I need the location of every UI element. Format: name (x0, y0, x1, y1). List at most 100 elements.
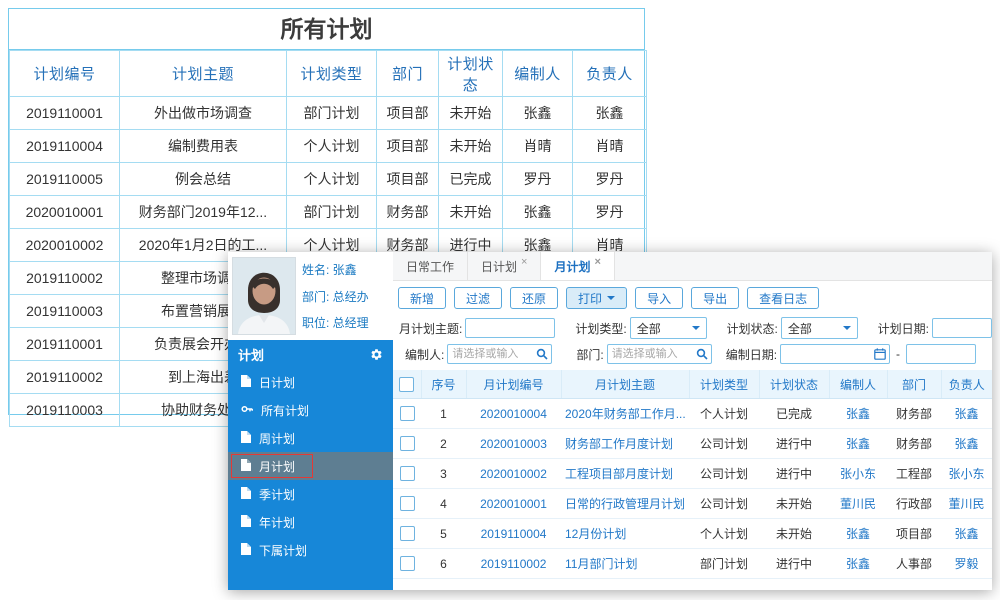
import-button[interactable]: 导入 (635, 287, 684, 309)
cell-dept: 工程部 (887, 458, 941, 489)
table-row[interactable]: 3 2020010002 工程项目部月度计划 公司计划 进行中 张小东 工程部 … (393, 458, 992, 489)
table-row[interactable]: 2 2020010003 财务部工作月度计划 公司计划 进行中 张鑫 财务部 张… (393, 428, 992, 459)
file-icon (241, 514, 251, 530)
gear-icon[interactable] (370, 348, 383, 361)
chevron-down-icon (607, 296, 616, 304)
table-row[interactable]: 1 2020010004 2020年财务部工作月... 个人计划 已完成 张鑫 … (393, 398, 992, 429)
filter-button[interactable]: 过滤 (454, 287, 503, 309)
search-icon[interactable] (536, 348, 548, 360)
cell-plan-id: 2019110005 (9, 162, 120, 196)
column-header: 编制人 (502, 50, 573, 97)
cell-plan-id-link[interactable]: 2019110002 (466, 548, 561, 579)
cell-owner-link[interactable]: 张小东 (941, 458, 992, 489)
cell-compiler-link[interactable]: 张小东 (829, 458, 887, 489)
cell-subject: 财务部门2019年12... (119, 195, 287, 229)
tab-monthly-plan[interactable]: 月计划 × (541, 252, 615, 280)
cell-status: 进行中 (759, 548, 829, 579)
cell-plan-id-link[interactable]: 2020010004 (466, 398, 561, 429)
table-row[interactable]: 2019110001 外出做市场调查 部门计划 项目部 未开始 张鑫 张鑫 (9, 96, 647, 130)
cell-dept: 项目部 (376, 162, 439, 196)
select-value: 全部 (636, 321, 661, 336)
cell-compiler-link[interactable]: 张鑫 (829, 398, 887, 429)
cell-type: 个人计划 (286, 162, 377, 196)
cell-compiler-link[interactable]: 张鑫 (829, 428, 887, 459)
sidebar-item-quarterly-plan[interactable]: 季计划 (228, 480, 393, 508)
cell-subject-link[interactable]: 2020年财务部工作月... (561, 398, 689, 429)
column-header: 计划主题 (119, 50, 287, 97)
sidebar-item-monthly-plan[interactable]: 月计划 (228, 452, 393, 480)
profile-info: 姓名: 张鑫 部门: 总经办 职位: 总经理 (302, 261, 369, 331)
sidebar-item-daily-plan[interactable]: 日计划 (228, 368, 393, 396)
sidebar-item-yearly-plan[interactable]: 年计划 (228, 508, 393, 536)
key-icon (241, 403, 253, 418)
type-select[interactable]: 全部 (629, 317, 707, 339)
chevron-down-icon (842, 326, 851, 334)
tab-daily-work[interactable]: 日常工作 (393, 252, 469, 280)
profile-card: 姓名: 张鑫 部门: 总经办 职位: 总经理 (228, 252, 393, 340)
print-button-label: 打印 (578, 291, 603, 306)
cell-subject-link[interactable]: 财务部工作月度计划 (561, 428, 689, 459)
sidebar-item-subordinate-plans[interactable]: 下属计划 (228, 536, 393, 564)
table-row[interactable]: 4 2020010001 日常的行政管理月计划 公司计划 未开始 董川民 行政部… (393, 488, 992, 519)
cell-subject-link[interactable]: 11月部门计划 (561, 548, 689, 579)
cell-status: 未开始 (438, 129, 503, 163)
compile-date-end-input[interactable] (906, 344, 977, 364)
reset-button[interactable]: 还原 (510, 287, 559, 309)
cell-index: 6 (421, 548, 466, 579)
calendar-icon[interactable] (874, 348, 886, 360)
profile-dept: 部门: 总经办 (302, 289, 369, 304)
row-checkbox[interactable] (399, 556, 415, 572)
cell-owner-link[interactable]: 张鑫 (941, 428, 992, 459)
select-all-checkbox[interactable] (399, 376, 415, 392)
tab-label: 日计划 (481, 259, 518, 274)
tab-daily-plan[interactable]: 日计划 × (468, 252, 542, 280)
sidebar-item-weekly-plan[interactable]: 周计划 (228, 424, 393, 452)
cell-type: 个人计划 (286, 129, 377, 163)
select-value: 全部 (787, 321, 812, 336)
cell-owner-link[interactable]: 董川民 (941, 488, 992, 519)
search-icon[interactable] (696, 348, 708, 360)
cell-index: 1 (421, 398, 466, 429)
cell-plan-id-link[interactable]: 2020010001 (466, 488, 561, 519)
view-log-button[interactable]: 查看日志 (747, 287, 820, 309)
close-icon[interactable]: × (594, 256, 600, 268)
row-checkbox[interactable] (399, 436, 415, 452)
column-header: 部门 (887, 370, 942, 399)
table-row[interactable]: 2019110005 例会总结 个人计划 项目部 已完成 罗丹 罗丹 (9, 162, 647, 196)
cell-plan-id-link[interactable]: 2020010002 (466, 458, 561, 489)
cell-plan-id-link[interactable]: 2020010003 (466, 428, 561, 459)
cell-subject-link[interactable]: 工程项目部月度计划 (561, 458, 689, 489)
export-button[interactable]: 导出 (691, 287, 740, 309)
table-row[interactable]: 2020010001 财务部门2019年12... 部门计划 财务部 未开始 张鑫 罗丹 (9, 195, 647, 229)
cell-owner-link[interactable]: 张鑫 (941, 518, 992, 549)
cell-subject: 编制费用表 (119, 129, 287, 163)
cell-compiler-link[interactable]: 董川民 (829, 488, 887, 519)
status-select[interactable]: 全部 (780, 317, 858, 339)
sidebar-section-plan: 计划 (228, 340, 393, 368)
cell-compiler-link[interactable]: 张鑫 (829, 518, 887, 549)
cell-index: 4 (421, 488, 466, 519)
table-row[interactable]: 5 2019110004 12月份计划 个人计划 未开始 张鑫 项目部 张鑫 (393, 518, 992, 549)
row-checkbox[interactable] (399, 406, 415, 422)
cell-owner-link[interactable]: 张鑫 (941, 398, 992, 429)
cell-subject-link[interactable]: 日常的行政管理月计划 (561, 488, 689, 519)
table-row[interactable]: 6 2019110002 11月部门计划 部门计划 进行中 张鑫 人事部 罗毅 (393, 548, 992, 579)
cell-plan-id-link[interactable]: 2019110004 (466, 518, 561, 549)
cell-plan-id: 2019110001 (9, 327, 120, 361)
plan-date-input[interactable] (932, 318, 992, 338)
cell-owner-link[interactable]: 罗毅 (941, 548, 992, 579)
add-button[interactable]: 新增 (398, 287, 447, 309)
table-row[interactable]: 2019110004 编制费用表 个人计划 项目部 未开始 肖晴 肖晴 (9, 129, 647, 163)
cell-subject-link[interactable]: 12月份计划 (561, 518, 689, 549)
close-icon[interactable]: × (521, 256, 527, 268)
cell-dept: 财务部 (887, 398, 941, 429)
subject-filter-input[interactable] (465, 318, 556, 338)
cell-compiler-link[interactable]: 张鑫 (829, 548, 887, 579)
sidebar-item-all-plans[interactable]: 所有计划 (228, 396, 393, 424)
row-checkbox[interactable] (399, 526, 415, 542)
sidebar-item-label: 日计划 (259, 375, 296, 390)
dept-filter-label: 部门: (576, 347, 604, 362)
print-button[interactable]: 打印 (566, 287, 628, 309)
row-checkbox[interactable] (399, 496, 415, 512)
row-checkbox[interactable] (399, 466, 415, 482)
